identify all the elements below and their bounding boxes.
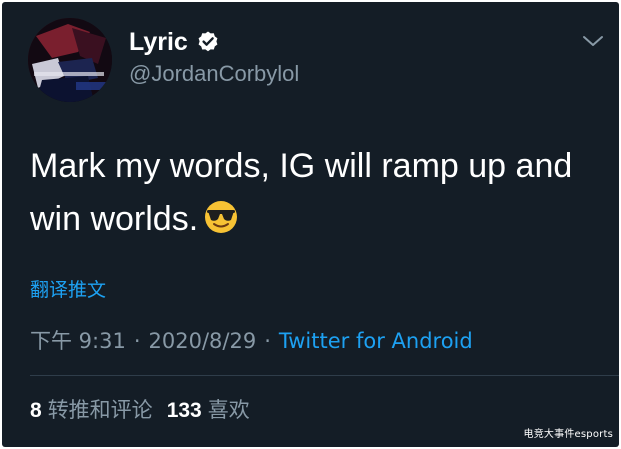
meta-separator: · xyxy=(264,329,271,353)
translate-tweet-link[interactable]: 翻译推文 xyxy=(30,278,106,302)
likes-stat[interactable]: 133 喜欢 xyxy=(167,398,250,422)
watermark: 电竞大事件esports xyxy=(523,429,613,440)
display-name[interactable]: Lyric xyxy=(129,28,188,56)
divider xyxy=(30,375,619,376)
tweet-source-link[interactable]: Twitter for Android xyxy=(279,329,473,353)
tweet-date[interactable]: 2020/8/29 xyxy=(149,329,257,353)
smiling-face-with-sunglasses-icon xyxy=(205,201,238,233)
likes-count: 133 xyxy=(166,399,202,422)
tweet-body: Mark my words, IG will ramp up and win w… xyxy=(30,147,573,238)
author-handle[interactable]: @JordanCorbylol xyxy=(129,61,299,87)
verified-badge-icon xyxy=(198,31,218,52)
tweet-text: Mark my words, IG will ramp up and win w… xyxy=(30,140,600,246)
retweets-label: 转推和评论 xyxy=(47,398,153,422)
tweet-stats: 8 转推和评论 133 喜欢 xyxy=(30,397,250,424)
retweets-stat[interactable]: 8 转推和评论 xyxy=(30,398,153,422)
retweets-count: 8 xyxy=(30,399,42,422)
tweet-time[interactable]: 下午 9:31 xyxy=(30,329,126,353)
avatar[interactable] xyxy=(28,18,112,102)
meta-separator: · xyxy=(133,329,141,353)
chevron-down-icon[interactable] xyxy=(580,32,606,50)
likes-label: 喜欢 xyxy=(207,398,250,422)
tweet-meta: 下午 9:31 · 2020/8/29 · Twitter for Android xyxy=(30,328,473,354)
tweet-card: Lyric @JordanCorbylol Mark my words, IG … xyxy=(2,2,619,447)
avatar-image xyxy=(28,18,112,102)
author-row[interactable]: Lyric xyxy=(129,28,220,56)
